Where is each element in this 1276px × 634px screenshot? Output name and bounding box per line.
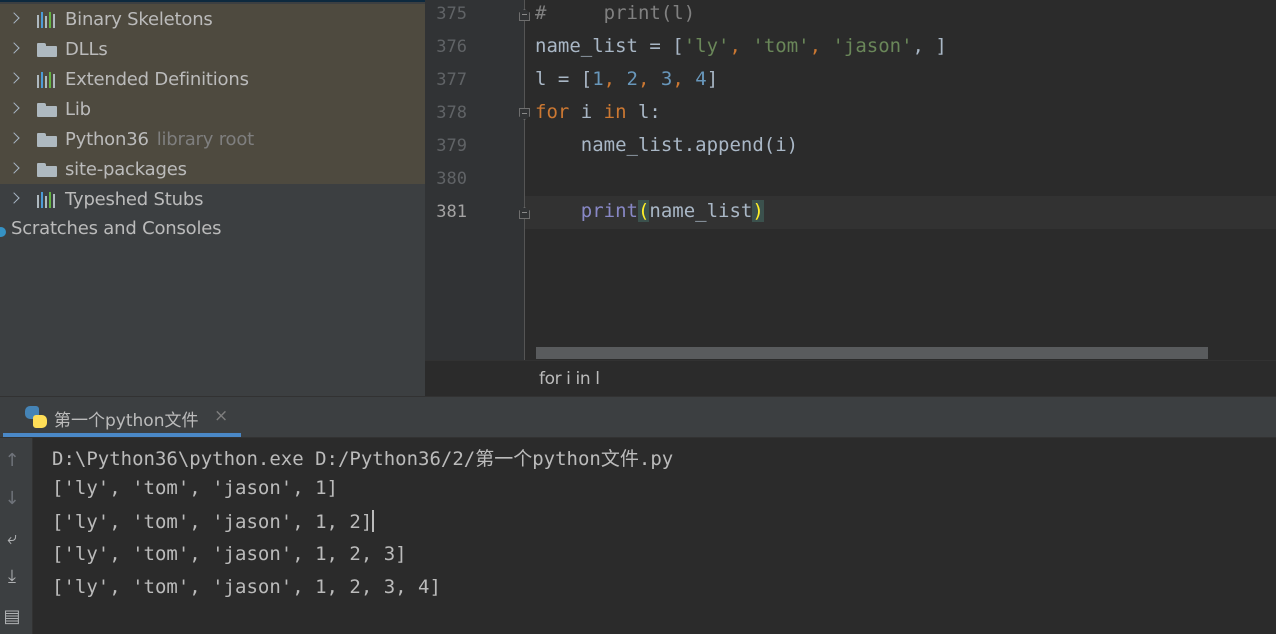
selection-edge bbox=[0, 0, 425, 2]
code-separator: , bbox=[638, 68, 661, 90]
tree-item-label: Binary Skeletons bbox=[65, 9, 213, 30]
scratches-icon bbox=[0, 227, 6, 237]
line-number: 375 bbox=[436, 4, 467, 24]
scroll-to-end-icon[interactable]: ⤓ bbox=[2, 566, 22, 588]
tree-item-name: Python36 bbox=[65, 129, 149, 150]
chevron-right-icon[interactable] bbox=[8, 102, 20, 114]
breadcrumb-bar: for i in l bbox=[425, 360, 1276, 396]
code-line-375[interactable]: # print(l) bbox=[535, 2, 695, 24]
chevron-right-icon[interactable] bbox=[8, 132, 20, 144]
console-text: ['ly', 'tom', 'jason', 1, 2] bbox=[52, 511, 373, 533]
matched-paren: ) bbox=[752, 200, 764, 222]
code-line-376[interactable]: name_list = ['ly', 'tom', 'jason', ] bbox=[535, 35, 947, 57]
code-builtin: print bbox=[580, 200, 638, 222]
run-toolbar: ↑ ↓ ⤶ ⤓ ▤ bbox=[0, 438, 33, 634]
run-tab-label: 第一个python文件 bbox=[54, 411, 199, 431]
horizontal-scrollbar[interactable] bbox=[536, 347, 1208, 359]
arrow-down-icon[interactable]: ↓ bbox=[2, 488, 22, 510]
code-line-378[interactable]: for i in l: bbox=[535, 101, 661, 123]
tree-item-lib[interactable]: Lib bbox=[0, 94, 425, 124]
tree-item-site-packages[interactable]: site-packages bbox=[0, 154, 425, 184]
code-string: 'jason' bbox=[832, 35, 913, 57]
chevron-right-icon[interactable] bbox=[8, 72, 20, 84]
folder-icon bbox=[37, 103, 57, 117]
line-number: 378 bbox=[436, 103, 467, 123]
close-icon[interactable]: × bbox=[214, 406, 228, 426]
console-line: ['ly', 'tom', 'jason', 1, 2, 3, 4] bbox=[52, 576, 441, 598]
code-line-381[interactable]: print(name_list) bbox=[535, 200, 764, 222]
code-separator: , bbox=[672, 68, 696, 90]
code-string: 'ly' bbox=[683, 35, 730, 57]
chevron-right-icon[interactable] bbox=[8, 12, 20, 24]
library-bars-icon bbox=[37, 72, 59, 88]
chevron-right-icon[interactable] bbox=[8, 42, 20, 54]
active-tab-indicator bbox=[3, 433, 241, 437]
code-number: 1 bbox=[592, 68, 604, 90]
console-line: ['ly', 'tom', 'jason', 1, 2, 3] bbox=[52, 543, 407, 565]
code-text: name_list bbox=[649, 200, 753, 222]
code-number: 4 bbox=[695, 68, 707, 90]
line-number: 376 bbox=[436, 37, 467, 57]
tree-item-label: site-packages bbox=[65, 159, 187, 180]
tree-item-label: DLLs bbox=[65, 39, 108, 60]
tree-item-label: Typeshed Stubs bbox=[65, 189, 204, 210]
code-text: name_list.append(i) bbox=[535, 134, 799, 156]
tree-item-typeshed-stubs[interactable]: Typeshed Stubs bbox=[0, 184, 425, 214]
code-number: 2 bbox=[626, 68, 638, 90]
console-line: D:\Python36\python.exe D:/Python36/2/第一个… bbox=[52, 448, 674, 470]
code-text: ] bbox=[706, 68, 719, 90]
tree-item-label: Lib bbox=[65, 99, 91, 120]
gutter-divider bbox=[524, 0, 525, 360]
run-tool-window-header: 第一个python文件 × bbox=[0, 396, 1276, 438]
text-caret bbox=[372, 510, 375, 532]
tree-item-dlls[interactable]: DLLs bbox=[0, 34, 425, 64]
breadcrumb[interactable]: for i in l bbox=[539, 369, 600, 389]
code-text: i bbox=[569, 101, 604, 123]
code-text: , ] bbox=[912, 35, 947, 57]
run-tab[interactable]: 第一个python文件 × bbox=[3, 397, 241, 438]
code-text: l: bbox=[626, 101, 661, 123]
code-text: name_list = [ bbox=[535, 35, 684, 57]
python-icon bbox=[25, 406, 47, 428]
library-root-hint: library root bbox=[156, 129, 255, 150]
code-line-377[interactable]: l = [1, 2, 3, 4] bbox=[535, 68, 718, 90]
code-text: l = [ bbox=[535, 68, 593, 90]
tree-item-binary-skeletons[interactable]: Binary Skeletons bbox=[0, 4, 425, 34]
library-bars-icon bbox=[37, 12, 59, 28]
code-number: 3 bbox=[660, 68, 673, 90]
tree-item-label: Extended Definitions bbox=[65, 69, 249, 90]
line-number-current: 381 bbox=[436, 202, 467, 222]
code-separator: , bbox=[729, 35, 753, 57]
code-line-379[interactable]: name_list.append(i) bbox=[535, 134, 798, 156]
tree-item-python36[interactable]: Python36 library root bbox=[0, 124, 425, 154]
chevron-right-icon[interactable] bbox=[8, 162, 20, 174]
soft-wrap-icon[interactable]: ⤶ bbox=[2, 528, 22, 550]
print-icon[interactable]: ▤ bbox=[2, 606, 22, 628]
tree-item-extended-definitions[interactable]: Extended Definitions bbox=[0, 64, 425, 94]
folder-icon bbox=[37, 163, 57, 177]
code-separator: , bbox=[809, 35, 833, 57]
tree-item-label: Python36 library root bbox=[65, 129, 254, 150]
console-line: ['ly', 'tom', 'jason', 1] bbox=[52, 477, 338, 499]
folder-icon bbox=[37, 43, 57, 57]
code-comment: # print(l) bbox=[535, 2, 696, 24]
run-console[interactable]: D:\Python36\python.exe D:/Python36/2/第一个… bbox=[34, 438, 1276, 634]
console-line-with-caret: ['ly', 'tom', 'jason', 1, 2] bbox=[52, 510, 375, 533]
folder-icon bbox=[37, 133, 57, 147]
code-string: 'tom' bbox=[752, 35, 810, 57]
code-editor[interactable]: 375 376 377 378 379 380 381 # print(l) n… bbox=[425, 0, 1276, 396]
chevron-right-icon[interactable] bbox=[8, 192, 20, 204]
arrow-up-icon[interactable]: ↑ bbox=[2, 450, 22, 472]
code-keyword: in bbox=[603, 101, 627, 123]
tree-item-scratches[interactable]: Scratches and Consoles bbox=[11, 218, 222, 239]
library-bars-icon bbox=[37, 192, 59, 208]
matched-paren: ( bbox=[637, 200, 650, 222]
project-tool-window: Binary Skeletons DLLs Extended Definitio… bbox=[0, 0, 425, 396]
line-number: 377 bbox=[436, 70, 467, 90]
line-number: 380 bbox=[436, 169, 467, 189]
code-separator: , bbox=[603, 68, 627, 90]
line-number: 379 bbox=[436, 136, 467, 156]
code-keyword: for bbox=[535, 101, 570, 123]
